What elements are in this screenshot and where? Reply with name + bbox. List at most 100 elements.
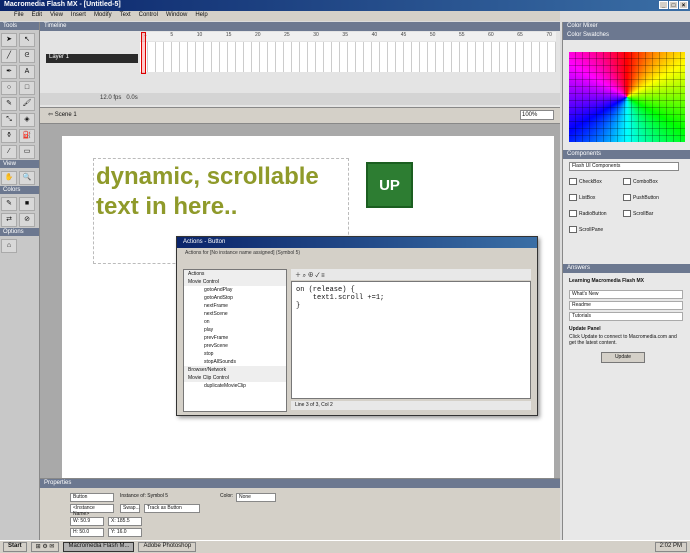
menu-text[interactable]: Text [120, 12, 131, 20]
zoom-tool-icon[interactable]: 🔍 [19, 171, 35, 185]
transform-tool-icon[interactable]: ⤡ [1, 113, 17, 127]
layer-row[interactable]: Layer 1 [46, 54, 138, 63]
no-color-icon[interactable]: ⊘ [19, 213, 35, 227]
pen-tool-icon[interactable]: ✒ [1, 65, 17, 79]
menu-view[interactable]: View [50, 12, 63, 20]
menu-modify[interactable]: Modify [94, 12, 112, 20]
menu-control[interactable]: Control [139, 12, 158, 20]
code-line: text1.scroll +=1; [296, 294, 385, 302]
script-status: Line 3 of 3, Col 2 [291, 401, 531, 410]
tree-item[interactable]: stop [184, 350, 286, 358]
component-checkbox[interactable]: CheckBox [569, 178, 602, 185]
fps-readout: 12.0 fps [100, 95, 122, 101]
tree-item[interactable]: gotoAndPlay [184, 286, 286, 294]
menu-file[interactable]: File [14, 12, 24, 20]
code-line: } [296, 302, 301, 310]
zoom-select[interactable]: 100% [520, 110, 554, 120]
component-scrollbar[interactable]: ScrollBar [623, 210, 653, 217]
start-button[interactable]: Start [3, 542, 27, 552]
scene-name[interactable]: Scene 1 [55, 112, 77, 118]
dynamic-text[interactable]: dynamic, scrollable text in here.. [96, 162, 346, 222]
x-field[interactable]: X: 185.5 [108, 517, 142, 526]
taskbar-item-flash[interactable]: Macromedia Flash M... [63, 542, 135, 552]
menu-insert[interactable]: Insert [71, 12, 86, 20]
component-scrollpane[interactable]: ScrollPane [569, 226, 603, 233]
script-editor[interactable]: on (release) { text1.scroll +=1; } [291, 281, 531, 399]
oval-tool-icon[interactable]: ○ [1, 81, 17, 95]
quicklaunch-icons[interactable]: ⊞ ⚙ ✉ [30, 542, 60, 552]
snap-option-icon[interactable]: ⌂ [1, 239, 17, 253]
actions-toolbox: Actions Movie Control gotoAndPlay gotoAn… [183, 269, 287, 412]
minimize-button[interactable]: _ [659, 1, 668, 9]
swap-colors-icon[interactable]: ⇄ [1, 213, 17, 227]
up-button-symbol[interactable]: UP [366, 162, 413, 208]
color-swatches-header[interactable]: Color Swatches [563, 31, 690, 40]
menu-edit[interactable]: Edit [32, 12, 42, 20]
rect-tool-icon[interactable]: □ [19, 81, 35, 95]
paint-bucket-icon[interactable]: ⛽ [19, 129, 35, 143]
height-field[interactable]: H: 50.0 [70, 528, 104, 537]
components-header[interactable]: Components [563, 150, 690, 159]
tree-item[interactable]: Movie Control [184, 278, 286, 286]
instance-name-field[interactable]: <Instance Name> [70, 504, 114, 517]
brush-tool-icon[interactable]: 🖌 [19, 97, 35, 111]
tutorials-select[interactable]: Tutorials [569, 312, 683, 321]
taskbar-item-photoshop[interactable]: Adobe Photoshop [138, 542, 197, 552]
tree-item[interactable]: nextScene [184, 310, 286, 318]
lasso-tool-icon[interactable]: ᘓ [19, 49, 35, 63]
swap-button[interactable]: Swap... [120, 504, 140, 513]
stroke-color-icon[interactable]: ✎ [1, 197, 17, 211]
track-select[interactable]: Track as Button [144, 504, 200, 513]
arrow-tool-icon[interactable]: ➤ [1, 33, 17, 47]
code-line: on (release) { [296, 286, 355, 294]
readme-select[interactable]: Readme [569, 301, 683, 310]
eraser-icon[interactable]: ▭ [19, 145, 35, 159]
tree-item[interactable]: prevScene [184, 342, 286, 350]
back-arrow-icon[interactable]: ⇦ [48, 112, 53, 118]
y-field[interactable]: Y: 16.0 [108, 528, 142, 537]
menu-window[interactable]: Window [166, 12, 187, 20]
tree-item[interactable]: play [184, 326, 286, 334]
text-tool-icon[interactable]: A [19, 65, 35, 79]
components-set-select[interactable]: Flash UI Components [569, 162, 679, 171]
tree-item[interactable]: stopAllSounds [184, 358, 286, 366]
tree-item[interactable]: Browser/Network [184, 366, 286, 374]
close-button[interactable]: × [679, 1, 688, 9]
component-combobox[interactable]: ComboBox [623, 178, 658, 185]
ink-bottle-icon[interactable]: ⚱ [1, 129, 17, 143]
behavior-select[interactable]: Button [70, 493, 114, 502]
component-listbox[interactable]: ListBox [569, 194, 595, 201]
tree-item[interactable]: on [184, 318, 286, 326]
tree-item[interactable]: prevFrame [184, 334, 286, 342]
playhead[interactable] [141, 32, 146, 74]
taskbar: Start ⊞ ⚙ ✉ Macromedia Flash M... Adobe … [0, 540, 690, 553]
maximize-button[interactable]: □ [669, 1, 678, 9]
menu-bar: File Edit View Insert Modify Text Contro… [0, 11, 560, 21]
subselect-tool-icon[interactable]: ↖ [19, 33, 35, 47]
script-toolbar[interactable]: ＋ ⌕ ⊕ ✓ ≡ [291, 269, 531, 280]
tree-item[interactable]: gotoAndStop [184, 294, 286, 302]
component-pushbutton[interactable]: PushButton [623, 194, 659, 201]
answers-header[interactable]: Answers [563, 264, 690, 273]
color-mixer-header[interactable]: Color Mixer [563, 22, 690, 31]
component-radiobutton[interactable]: RadioButton [569, 210, 607, 217]
hand-tool-icon[interactable]: ✋ [1, 171, 17, 185]
fill-color-icon[interactable]: ■ [19, 197, 35, 211]
eyedropper-icon[interactable]: ⁄ [1, 145, 17, 159]
color-select[interactable]: None [236, 493, 276, 502]
tree-item[interactable]: nextFrame [184, 302, 286, 310]
tools-colors-label: Colors [0, 186, 39, 194]
frame-grid[interactable] [140, 42, 556, 72]
tree-item[interactable]: Movie Clip Control [184, 374, 286, 382]
width-field[interactable]: W: 50.9 [70, 517, 104, 526]
tree-item[interactable]: Actions [184, 270, 286, 278]
fill-transform-icon[interactable]: ◈ [19, 113, 35, 127]
tree-item[interactable]: duplicateMovieClip [184, 382, 286, 390]
pencil-tool-icon[interactable]: ✎ [1, 97, 17, 111]
line-tool-icon[interactable]: ╱ [1, 49, 17, 63]
frame-ruler[interactable]: 1 5 10 15 20 25 30 35 40 45 50 55 60 65 70 [140, 32, 556, 41]
menu-help[interactable]: Help [195, 12, 207, 20]
whats-new-select[interactable]: What's New [569, 290, 683, 299]
timeline-title: Timeline [40, 22, 560, 31]
update-button[interactable]: Update [601, 352, 645, 363]
